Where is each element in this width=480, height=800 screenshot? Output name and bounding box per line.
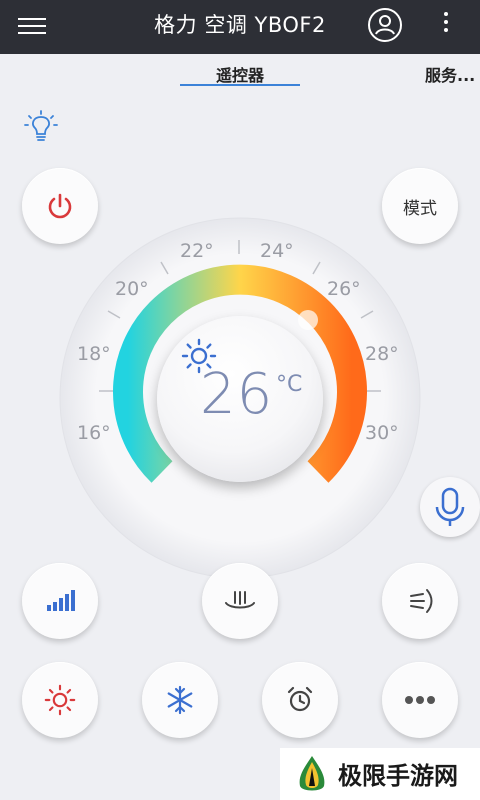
more-dots-icon — [405, 696, 435, 704]
watermark: 极限手游网 — [280, 748, 480, 800]
microphone-icon — [435, 487, 465, 526]
watermark-logo-icon — [299, 756, 325, 791]
airflow-down-icon — [225, 591, 255, 609]
page-title: 格力 空调 YBOF2 — [154, 13, 326, 37]
more-button[interactable] — [382, 662, 458, 738]
fan-speed-button[interactable] — [22, 563, 98, 639]
tab-service[interactable]: 服务... — [425, 62, 475, 86]
user-account-icon[interactable] — [368, 8, 402, 42]
swing-button[interactable] — [382, 563, 458, 639]
timer-button[interactable] — [262, 662, 338, 738]
user-glyph — [375, 15, 395, 35]
tick-label: 26° — [327, 278, 361, 300]
bulb-icon[interactable] — [24, 110, 58, 146]
airflow-button[interactable] — [202, 563, 278, 639]
app-bar: 格力 空调 YBOF2 — [0, 0, 480, 54]
alarm-clock-icon — [287, 686, 313, 712]
active-tab-indicator — [180, 84, 300, 86]
tick-label: 16° — [77, 422, 111, 444]
temperature-unit: °C — [276, 372, 303, 397]
tick-label: 28° — [365, 343, 399, 365]
tick-label: 30° — [365, 422, 399, 444]
microphone-button[interactable] — [420, 477, 480, 537]
heat-mode-button[interactable] — [22, 662, 98, 738]
fan-speed-icon — [47, 590, 75, 611]
tab-remote[interactable]: 遥控器 — [180, 62, 300, 86]
watermark-text: 极限手游网 — [338, 762, 458, 790]
tab-bar: 遥控器 服务... — [0, 54, 480, 94]
tick-label: 24° — [260, 240, 294, 262]
tick-label: 22° — [180, 240, 214, 262]
tick-label: 18° — [77, 343, 111, 365]
swing-icon — [410, 589, 433, 613]
cool-mode-button[interactable] — [142, 662, 218, 738]
tick-label: 20° — [115, 278, 149, 300]
current-temperature: 26 — [200, 362, 274, 427]
overflow-menu-icon[interactable] — [441, 10, 451, 40]
snowflake-icon — [167, 685, 193, 715]
heat-sun-icon — [44, 684, 76, 716]
